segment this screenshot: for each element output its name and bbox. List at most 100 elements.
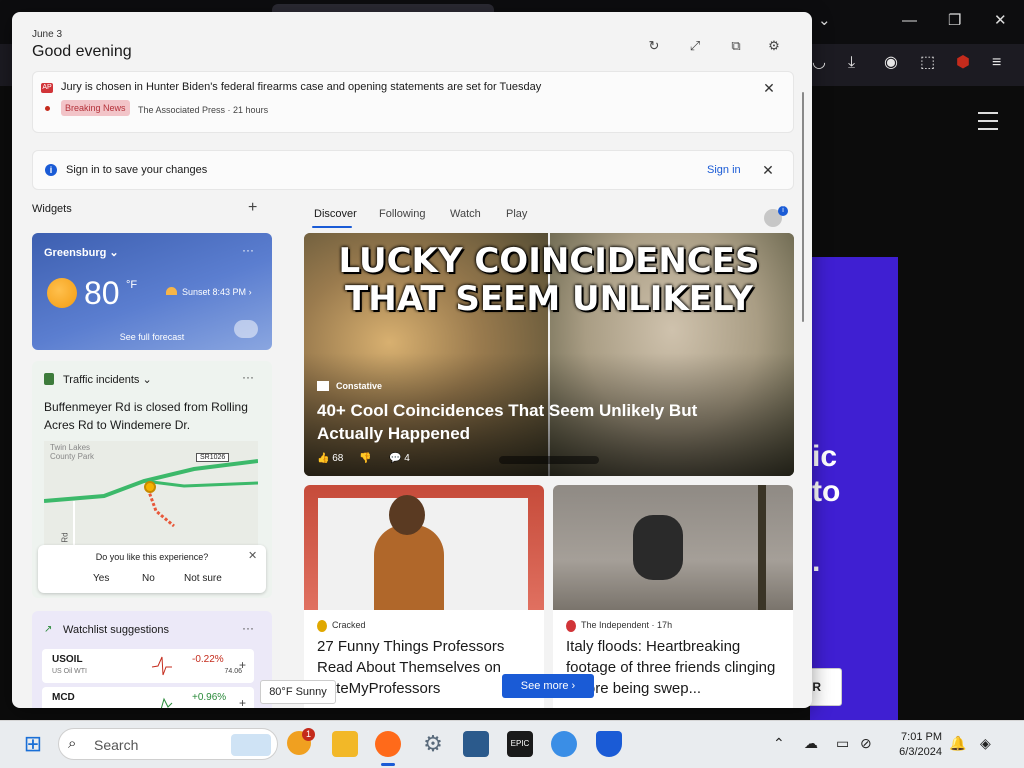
hero-source-icon bbox=[317, 381, 329, 391]
firefox-icon[interactable] bbox=[375, 731, 401, 757]
tab-following[interactable]: Following bbox=[379, 208, 425, 220]
display-icon[interactable]: ▭ bbox=[836, 735, 849, 752]
survey-yes-button[interactable]: Yes bbox=[88, 571, 114, 586]
news-card-source: The Independent · 17h bbox=[581, 620, 673, 630]
add-widget-plus-icon[interactable]: + bbox=[248, 199, 257, 217]
share-icon[interactable]: ⧉ bbox=[726, 36, 746, 56]
weather-menu-icon[interactable]: ··· bbox=[242, 243, 254, 257]
app-menu-icon[interactable]: ≡ bbox=[992, 54, 1001, 72]
onedrive-cloud-icon[interactable]: ☁ bbox=[804, 735, 818, 752]
dismiss-news-close-icon[interactable]: ✕ bbox=[761, 80, 777, 96]
weather-unit: °F bbox=[126, 279, 138, 291]
copilot-icon[interactable]: ◈ bbox=[980, 735, 991, 752]
start-windows-icon[interactable]: ⊞ bbox=[20, 731, 46, 757]
traffic-title[interactable]: Traffic incidents ⌄ bbox=[63, 373, 152, 386]
add-stock-plus-icon[interactable]: + bbox=[239, 696, 246, 708]
watchlist-widget[interactable]: ↗ Watchlist suggestions ··· USOIL US Oil… bbox=[32, 611, 272, 708]
map-place-label: Twin Lakes County Park bbox=[50, 443, 95, 461]
signin-link[interactable]: Sign in bbox=[707, 164, 741, 176]
watchlist-menu-icon[interactable]: ··· bbox=[242, 621, 254, 635]
profile-info-badge: i bbox=[778, 206, 788, 216]
info-icon: i bbox=[45, 164, 57, 176]
minimize-icon[interactable]: — bbox=[902, 12, 917, 30]
breaking-news-title[interactable]: Jury is chosen in Hunter Biden's federal… bbox=[61, 81, 541, 93]
add-stock-plus-icon[interactable]: + bbox=[239, 658, 246, 672]
network-icon[interactable]: ⊘ bbox=[860, 735, 872, 752]
hero-caption-line-1: LUCKY COINCIDENCES bbox=[338, 241, 760, 281]
site-menu-icon[interactable] bbox=[978, 112, 998, 136]
weather-temperature: 80 bbox=[84, 275, 120, 311]
stock-symbol: MCD bbox=[52, 692, 75, 703]
traffic-widget[interactable]: Traffic incidents ⌄ ··· Buffenmeyer Rd i… bbox=[32, 361, 272, 598]
defender-shield-icon[interactable] bbox=[596, 731, 622, 757]
pocket-icon[interactable]: ◡ bbox=[812, 54, 826, 72]
settings-gear-icon[interactable]: ⚙ bbox=[420, 731, 446, 757]
comments-button[interactable]: 💬 4 bbox=[389, 453, 410, 464]
tab-play[interactable]: Play bbox=[506, 208, 527, 220]
weather-location[interactable]: Greensburg ⌄ bbox=[44, 246, 119, 259]
sunset-time[interactable]: Sunset 8:43 PM › bbox=[182, 287, 252, 297]
weather-widget[interactable]: Greensburg ⌄ ··· 80 °F Sunset 8:43 PM › … bbox=[32, 233, 272, 350]
chrome-icon[interactable] bbox=[551, 731, 577, 757]
like-button[interactable]: 👍 68 bbox=[317, 453, 343, 464]
person-image bbox=[374, 525, 444, 610]
downloads-icon[interactable]: ⤓ bbox=[848, 54, 855, 72]
carousel-pager[interactable] bbox=[499, 456, 599, 464]
taskbar-search[interactable]: ⌕ Search bbox=[58, 728, 278, 760]
see-full-forecast-link[interactable]: See full forecast bbox=[32, 332, 272, 342]
signin-message: Sign in to save your changes bbox=[66, 164, 208, 176]
stock-row[interactable]: MCD +0.96% + bbox=[42, 687, 254, 708]
show-hidden-icons-chevron-icon[interactable]: ⌃ bbox=[773, 735, 785, 752]
firefox-running-indicator bbox=[381, 763, 395, 766]
watchlist-title[interactable]: Watchlist suggestions bbox=[63, 624, 169, 636]
stock-sparkline bbox=[160, 697, 173, 708]
dislike-thumbs-down-icon[interactable]: 👎 bbox=[359, 453, 371, 464]
see-more-button[interactable]: See more › bbox=[502, 674, 594, 698]
news-card-title[interactable]: 27 Funny Things Professors Read About Th… bbox=[317, 636, 532, 699]
panel-scrollbar[interactable] bbox=[802, 92, 804, 322]
survey-not-sure-button[interactable]: Not sure bbox=[179, 571, 227, 586]
stock-sparkline bbox=[151, 656, 172, 676]
search-highlight-icon bbox=[231, 734, 271, 756]
search-placeholder: Search bbox=[94, 737, 139, 753]
stock-row[interactable]: USOIL US Oil WTI -0.22% 74.06 + bbox=[42, 649, 254, 683]
dismiss-signin-close-icon[interactable]: ✕ bbox=[760, 162, 776, 178]
sun-icon bbox=[47, 278, 77, 308]
clock-time: 7:01 PM bbox=[901, 731, 942, 743]
tab-discover[interactable]: Discover bbox=[314, 208, 357, 220]
sunset-icon bbox=[166, 287, 177, 295]
hero-article-card[interactable]: LUCKY COINCIDENCES THAT SEEM UNLIKELY Co… bbox=[304, 233, 794, 476]
traffic-menu-icon[interactable]: ··· bbox=[242, 370, 254, 384]
virtualbox-icon[interactable] bbox=[463, 731, 489, 757]
epic-games-icon[interactable]: EPIC bbox=[507, 731, 533, 757]
extensions-icon[interactable]: ⬚ bbox=[920, 54, 935, 72]
stock-symbol: USOIL bbox=[52, 654, 83, 665]
chart-icon: ↗ bbox=[44, 624, 53, 635]
notification-bell-icon[interactable]: 🔔 bbox=[949, 735, 966, 752]
banner-text-3: . bbox=[812, 545, 821, 578]
taskbar-clock[interactable]: 7:01 PM 6/3/2024 bbox=[896, 730, 942, 760]
restore-icon[interactable]: ❐ bbox=[948, 12, 961, 30]
traffic-map[interactable]: Twin Lakes County Park SR1026 Rd bbox=[44, 441, 258, 553]
close-window-icon[interactable]: ✕ bbox=[994, 12, 1007, 30]
breaking-news-source: The Associated Press · 21 hours bbox=[138, 105, 269, 115]
hero-title[interactable]: 40+ Cool Coincidences That Seem Unlikely… bbox=[317, 399, 757, 445]
taskbar: ⊞ ⌕ Search 1 ⚙ EPIC ⌃ ☁ ▭ ⊘ 7:01 PM 6/3/… bbox=[0, 720, 1024, 768]
file-explorer-icon[interactable] bbox=[332, 731, 358, 757]
refresh-icon[interactable]: ↻ bbox=[644, 36, 664, 56]
settings-gear-icon[interactable]: ⚙ bbox=[764, 36, 784, 56]
incident-pin-icon[interactable] bbox=[144, 481, 156, 493]
account-icon[interactable]: ◉ bbox=[884, 54, 898, 72]
hero-source: Constative bbox=[336, 381, 383, 391]
ublock-icon[interactable]: ⬢ bbox=[956, 54, 970, 72]
road-tag: SR1026 bbox=[196, 453, 230, 462]
expand-icon[interactable]: ⤢ bbox=[685, 36, 705, 56]
news-card-title[interactable]: Italy floods: Heartbreaking footage of t… bbox=[566, 636, 781, 699]
survey-no-button[interactable]: No bbox=[137, 571, 160, 586]
news-source-icon: AP bbox=[41, 83, 53, 93]
tab-list-chevron-icon[interactable]: ⌄ bbox=[818, 12, 831, 30]
hero-caption-line-2: THAT SEEM UNLIKELY bbox=[345, 279, 753, 319]
survey-close-icon[interactable]: ✕ bbox=[248, 549, 257, 562]
breaking-news-card[interactable]: AP Jury is chosen in Hunter Biden's fede… bbox=[32, 71, 794, 133]
tab-watch[interactable]: Watch bbox=[450, 208, 481, 220]
